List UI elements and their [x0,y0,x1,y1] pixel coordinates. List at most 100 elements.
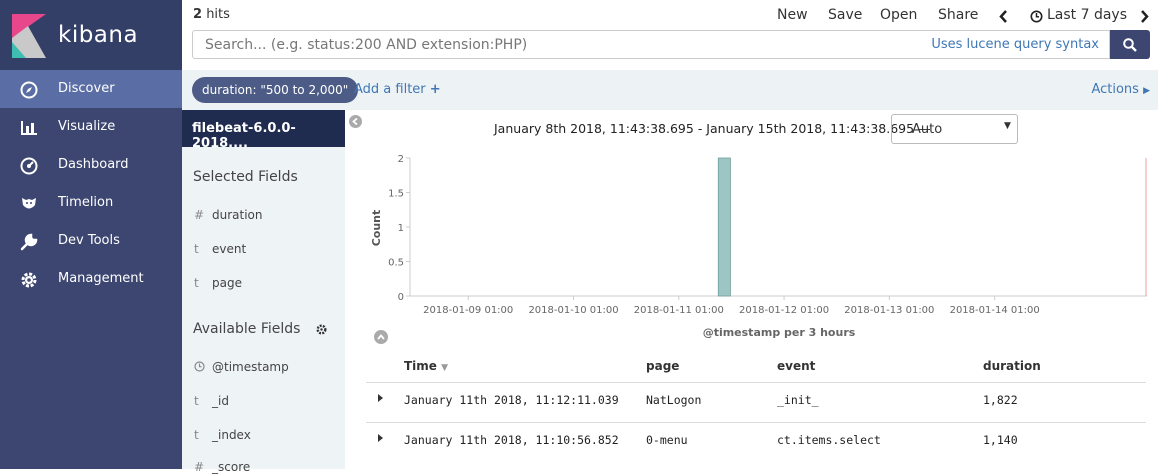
y-tick-label: 0.5 [388,258,404,269]
brand-name: kibana [58,22,139,48]
field-name: event [212,242,247,256]
nav-item-discover[interactable]: Discover [0,70,182,108]
logo[interactable]: kibana [0,0,182,70]
filter-bar: duration: "500 to 2,000" Add a filter + … [182,70,1158,110]
string-type-icon: t [194,428,199,442]
caret-right-icon: ▶ [1143,86,1150,96]
nav-item-management[interactable]: Management [0,260,182,298]
bar-chart-icon [21,121,37,135]
hits-count: 2 hits [193,7,230,22]
dashboard-icon [20,157,38,175]
field-item[interactable]: @timestamp [194,360,289,374]
kibana-logo-icon [12,14,46,58]
interval-select[interactable]: Auto ▼ [891,114,1018,144]
cell-time: January 11th 2018, 11:12:11.039 [404,393,619,407]
cell-duration: 1,822 [983,393,1018,407]
chevron-left-icon[interactable] [999,10,1008,23]
expand-row-icon[interactable] [378,434,383,442]
column-header-page[interactable]: page [646,359,679,373]
search-placeholder: Search... (e.g. status:200 AND extension… [205,37,528,53]
nav-label: Dev Tools [58,233,120,248]
table-row[interactable]: January 11th 2018, 11:12:11.039 NatLogon… [366,382,1146,423]
string-type-icon: t [194,394,199,408]
column-header-label: Time [404,359,437,373]
timelion-icon [22,198,36,209]
histogram-bar [717,157,731,297]
number-type-icon: # [194,460,205,474]
field-name: duration [212,208,263,222]
search-input[interactable]: Search... (e.g. status:200 AND extension… [192,30,1110,59]
hits-label: hits [206,7,230,22]
x-tick-label: 2018-01-09 01:00 [423,305,513,316]
x-tick-label: 2018-01-12 01:00 [739,305,829,316]
field-item[interactable]: t event [194,242,246,256]
cell-duration: 1,140 [983,433,1018,447]
table-row[interactable]: January 11th 2018, 11:10:56.852 0-menu c… [366,422,1146,463]
time-picker[interactable]: Last 7 days [1047,7,1127,23]
field-name: _index [212,428,251,442]
gear-icon [21,272,37,288]
save-button[interactable]: Save [828,7,862,23]
new-button[interactable]: New [777,7,808,23]
open-button[interactable]: Open [880,7,917,23]
column-header-duration[interactable]: duration [983,359,1041,373]
date-range-text: January 8th 2018, 11:43:38.695 - January… [494,121,931,136]
share-button[interactable]: Share [938,7,978,23]
field-name: page [212,276,242,290]
x-tick-label: 2018-01-10 01:00 [528,305,618,316]
lucene-syntax-link[interactable]: Uses lucene query syntax [931,37,1099,52]
expand-row-icon[interactable] [378,394,383,402]
caret-down-icon: ▼ [1004,121,1011,131]
add-filter-label: Add a filter [354,82,426,97]
nav-label: Management [58,271,144,286]
nav-item-dev-tools[interactable]: Dev Tools [0,222,182,260]
index-pattern-name: filebeat-6.0.0-2018.... [192,121,296,151]
histogram-chart: Count @timestamp per 3 hours 0 0.5 1 1.5 2 20… [370,154,1147,339]
nav-label: Visualize [58,119,116,134]
sort-down-icon[interactable]: ▼ [441,363,448,373]
number-type-icon: # [194,208,205,222]
add-filter-link[interactable]: Add a filter + [354,82,441,97]
y-tick-label: 0 [398,292,404,303]
compass-icon [20,81,38,99]
cell-page: NatLogon [646,393,702,407]
x-axis-label: @timestamp per 3 hours [703,326,856,339]
y-tick-label: 1.5 [388,189,404,200]
y-tick-label: 1 [398,223,404,234]
clock-type-icon [194,361,205,372]
nav-item-timelion[interactable]: Timelion [0,184,182,222]
nav-label: Discover [58,81,115,96]
search-icon [1123,38,1137,52]
field-item[interactable]: t _index [194,428,251,442]
field-item[interactable]: # _score [194,460,250,474]
cell-time: January 11th 2018, 11:10:56.852 [404,433,619,447]
chevron-left-icon [352,118,358,125]
field-item[interactable]: # duration [194,208,263,222]
nav-item-visualize[interactable]: Visualize [0,108,182,146]
field-item[interactable]: t page [194,276,242,290]
filter-pill[interactable]: duration: "500 to 2,000" [192,77,359,103]
string-type-icon: t [194,242,199,256]
y-tick-label: 2 [398,154,404,165]
actions-link[interactable]: Actions ▶ [1091,82,1150,97]
plus-icon: + [429,82,441,97]
y-axis-label: Count [370,210,383,247]
field-name: @timestamp [212,360,289,374]
search-button[interactable] [1110,30,1150,59]
x-tick-label: 2018-01-14 01:00 [950,305,1040,316]
field-name: _id [212,394,229,408]
column-header-event[interactable]: event [777,359,815,373]
cell-page: 0-menu [646,433,688,447]
collapse-chart-button[interactable] [374,330,388,344]
chevron-right-icon[interactable] [1140,10,1149,23]
column-header-time[interactable]: Time ▼ [404,359,448,373]
fields-sidebar: Selected Fields # duration t event t page A… [182,110,345,474]
clock-icon [1030,10,1043,23]
x-tick-label: 2018-01-11 01:00 [634,305,724,316]
collapse-sidebar-button[interactable] [349,115,362,128]
field-item[interactable]: t _id [194,394,229,408]
available-fields-title: Available Fields [193,321,301,337]
nav-item-dashboard[interactable]: Dashboard [0,146,182,184]
index-pattern-bar[interactable]: filebeat-6.0.0-2018.... [182,110,345,151]
gear-icon[interactable] [316,324,327,335]
